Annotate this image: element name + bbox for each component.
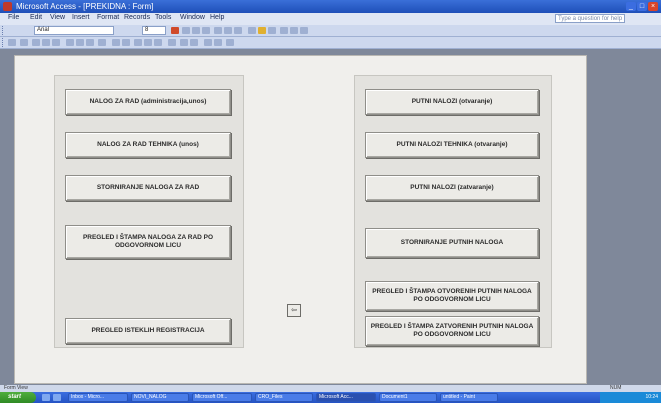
cancel-work-order-button[interactable]: STORNIRANJE NALOGA ZA RAD [65,175,231,201]
menu-insert[interactable]: Insert [72,14,90,21]
view-icon[interactable] [8,39,16,46]
paste-icon[interactable] [86,39,94,46]
exit-door-icon: ⇦ [291,307,297,314]
menu-bar: File Edit View Insert Format Records Too… [0,13,661,25]
switchboard-form: NALOG ZA RAD (administracija,unos) NALOG… [14,55,587,384]
apply-filter-icon[interactable] [154,39,162,46]
special-effect-icon[interactable] [280,27,288,34]
sort-ascending-icon[interactable] [112,39,120,46]
num-lock-indicator: NUM [610,385,622,391]
menu-view[interactable]: View [50,14,65,21]
travel-orders-tech-open-button[interactable]: PUTNI NALOZI TEHNIKA (otvaranje) [365,132,539,158]
align-left-icon[interactable] [214,27,222,34]
minimize-icon[interactable]: _ [626,2,636,11]
fill-color-icon[interactable] [171,27,179,34]
underline-icon[interactable] [202,27,210,34]
toolbar-grip[interactable] [2,38,6,47]
new-object-icon[interactable] [214,39,222,46]
close-icon[interactable]: × [648,2,658,11]
menu-tools[interactable]: Tools [155,14,171,21]
start-button[interactable]: start [0,392,36,403]
taskbar-task[interactable]: Microsoft Off... [192,393,252,402]
status-bar: Form View NUM [0,385,661,392]
border-icon[interactable] [268,27,276,34]
line-width-icon[interactable] [290,27,298,34]
bold-icon[interactable] [182,27,190,34]
formatting-toolbar: Arial 8 [0,25,661,37]
align-center-icon[interactable] [224,27,232,34]
sort-descending-icon[interactable] [122,39,130,46]
filter-by-form-icon[interactable] [144,39,152,46]
help-search-input[interactable]: Type a question for help [555,14,625,23]
font-color-icon[interactable] [258,27,266,34]
new-record-icon[interactable] [180,39,188,46]
toolbar-options-icon[interactable] [300,27,308,34]
taskbar-task[interactable]: CRO_Files [255,393,313,402]
window-title: Microsoft Access - [PREKIDNA : Form] [16,2,154,11]
exit-button[interactable]: ⇦ [287,304,301,317]
menu-help[interactable]: Help [210,14,224,21]
print-work-orders-button[interactable]: PREGLED I ŠTAMPA NALOGA ZA RAD PO ODGOVO… [65,225,231,259]
menu-format[interactable]: Format [97,14,119,21]
copy-icon[interactable] [76,39,84,46]
taskbar-task-active[interactable]: Microsoft Acc... [316,393,376,402]
travel-orders-open-button[interactable]: PUTNI NALOZI (otvaranje) [365,89,539,115]
left-button-panel [54,75,244,348]
menu-window[interactable]: Window [180,14,205,21]
spelling-icon[interactable] [52,39,60,46]
save-icon[interactable] [20,39,28,46]
print-icon[interactable] [32,39,40,46]
font-name-combo[interactable]: Arial [34,26,114,35]
windows-taskbar: start Inbox - Micro... NOVI_NALOG Micros… [0,392,661,403]
quick-launch-desktop-icon[interactable] [53,394,61,401]
delete-record-icon[interactable] [190,39,198,46]
taskbar-task[interactable]: untitled - Paint [440,393,498,402]
filter-by-selection-icon[interactable] [134,39,142,46]
work-order-admin-button[interactable]: NALOG ZA RAD (administracija,unos) [65,89,231,115]
expired-registrations-button[interactable]: PREGLED ISTEKLIH REGISTRACIJA [65,318,231,344]
menu-records[interactable]: Records [124,14,150,21]
print-preview-icon[interactable] [42,39,50,46]
cut-icon[interactable] [66,39,74,46]
print-closed-travel-orders-button[interactable]: PREGLED I ŠTAMPA ZATVORENIH PUTNIH NALOG… [365,316,539,346]
title-bar: Microsoft Access - [PREKIDNA : Form] _ □… [0,0,661,13]
italic-icon[interactable] [192,27,200,34]
taskbar-task[interactable]: NOVI_NALOG [131,393,189,402]
cancel-travel-orders-button[interactable]: STORNIRANJE PUTNIH NALOGA [365,228,539,258]
undo-icon[interactable] [98,39,106,46]
work-order-tech-button[interactable]: NALOG ZA RAD TEHNIKA (unos) [65,132,231,158]
menu-file[interactable]: File [8,14,19,21]
font-size-combo[interactable]: 8 [142,26,166,35]
find-icon[interactable] [168,39,176,46]
form-view-toolbar [0,37,661,49]
database-window-icon[interactable] [204,39,212,46]
travel-orders-close-button[interactable]: PUTNI NALOZI (zatvaranje) [365,175,539,201]
system-tray-clock: 10:24 [600,392,661,403]
taskbar-task[interactable]: Document1 [379,393,437,402]
print-open-travel-orders-button[interactable]: PREGLED I ŠTAMPA OTVORENIH PUTNIH NALOGA… [365,281,539,311]
taskbar-task[interactable]: Inbox - Micro... [68,393,128,402]
menu-edit[interactable]: Edit [30,14,42,21]
align-right-icon[interactable] [234,27,242,34]
line-color-icon[interactable] [248,27,256,34]
access-app-icon [3,2,12,11]
help-icon[interactable] [226,39,234,46]
quick-launch-ie-icon[interactable] [42,394,50,401]
toolbar-grip[interactable] [2,26,6,35]
status-text: Form View [4,385,28,391]
maximize-icon[interactable]: □ [637,2,647,11]
